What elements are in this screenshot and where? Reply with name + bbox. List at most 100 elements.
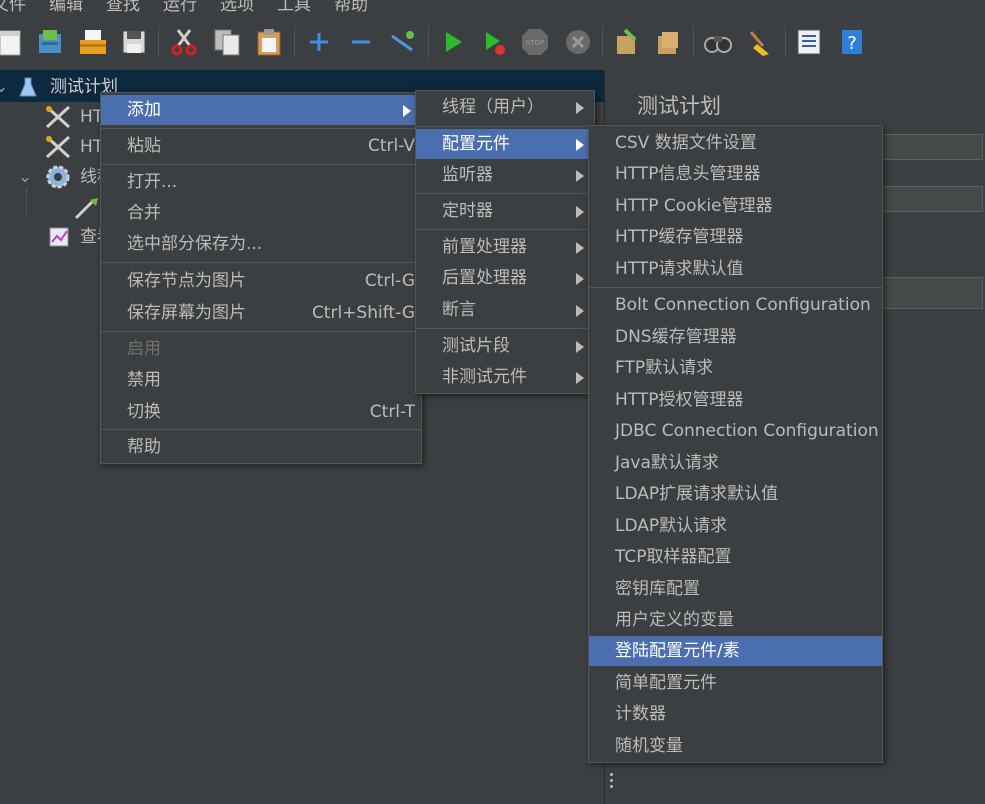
config-item-csv[interactable]: CSV 数据文件设置 bbox=[589, 128, 882, 158]
expand-icon[interactable] bbox=[303, 26, 335, 58]
menu-item-label: 随机变量 bbox=[615, 736, 683, 756]
config-item-counter[interactable]: 计数器 bbox=[589, 699, 882, 729]
config-item-simple-config[interactable]: 简单配置元件 bbox=[589, 668, 882, 698]
chevron-down-icon[interactable]: ⌄ bbox=[0, 72, 8, 102]
menu-separator bbox=[416, 193, 594, 194]
config-item-bolt[interactable]: Bolt Connection Configuration bbox=[589, 290, 882, 320]
menu-item-label: HTTP授权管理器 bbox=[615, 390, 744, 410]
submenu-item-assertions[interactable]: 断言 bbox=[416, 295, 594, 325]
help-icon[interactable]: ? bbox=[836, 26, 868, 58]
submenu-item-config-elements[interactable]: 配置元件 bbox=[416, 129, 594, 159]
submenu-item-non-test-elements[interactable]: 非测试元件 bbox=[416, 362, 594, 392]
menu-item-label: 断言 bbox=[442, 300, 476, 320]
menu-item-label: 密钥库配置 bbox=[615, 579, 700, 599]
open-icon[interactable] bbox=[77, 26, 109, 58]
config-item-keystore[interactable]: 密钥库配置 bbox=[589, 574, 882, 604]
config-item-http-header[interactable]: HTTP信息头管理器 bbox=[589, 159, 882, 189]
submenu-item-test-fragment[interactable]: 测试片段 bbox=[416, 331, 594, 361]
add-submenu: 线程（用户） 配置元件 监听器 定时器 前置处理器 后置处理器 断言 测试片段 … bbox=[415, 90, 595, 394]
menu-item-label: 后置处理器 bbox=[442, 268, 527, 288]
menu-item-shortcut: Ctrl-G bbox=[364, 271, 415, 291]
submenu-arrow-icon bbox=[576, 273, 584, 285]
menu-item-merge[interactable]: 合并 bbox=[101, 198, 421, 228]
menu-item-add[interactable]: 添加 bbox=[101, 95, 421, 125]
config-item-http-defaults[interactable]: HTTP请求默认值 bbox=[589, 254, 882, 284]
config-item-ldap-defaults[interactable]: LDAP默认请求 bbox=[589, 511, 882, 541]
menu-item-label: 定时器 bbox=[442, 201, 493, 221]
config-item-http-cache[interactable]: HTTP缓存管理器 bbox=[589, 222, 882, 252]
menu-item-enable: 启用 bbox=[101, 334, 421, 364]
menu-item-label: TCP取样器配置 bbox=[615, 547, 732, 567]
splitter-handle[interactable] bbox=[610, 770, 614, 791]
cut-icon[interactable] bbox=[168, 26, 200, 58]
menu-run[interactable]: 运行 bbox=[163, 0, 197, 14]
menu-separator bbox=[589, 287, 882, 288]
submenu-item-pre-processors[interactable]: 前置处理器 bbox=[416, 232, 594, 262]
function-helper-icon[interactable] bbox=[793, 26, 825, 58]
menu-item-label: 简单配置元件 bbox=[615, 673, 717, 693]
submenu-arrow-icon bbox=[576, 102, 584, 114]
menu-item-label: 选中部分保存为... bbox=[127, 234, 263, 254]
submenu-item-timers[interactable]: 定时器 bbox=[416, 196, 594, 226]
submenu-item-listeners[interactable]: 监听器 bbox=[416, 160, 594, 190]
chart-icon bbox=[49, 227, 69, 247]
menu-item-open[interactable]: 打开... bbox=[101, 167, 421, 197]
config-item-java-defaults[interactable]: Java默认请求 bbox=[589, 448, 882, 478]
menu-item-label: 添加 bbox=[127, 100, 161, 120]
menu-item-label: 打开... bbox=[127, 172, 178, 192]
menu-tools[interactable]: 工具 bbox=[277, 0, 311, 14]
search-icon[interactable] bbox=[702, 26, 734, 58]
copy-icon[interactable] bbox=[211, 26, 243, 58]
start-icon[interactable] bbox=[437, 26, 469, 58]
config-item-login-config[interactable]: 登陆配置元件/素 bbox=[589, 636, 882, 666]
menu-separator bbox=[101, 262, 421, 263]
submenu-item-threads[interactable]: 线程（用户） bbox=[416, 92, 594, 122]
menu-item-label: 禁用 bbox=[127, 370, 161, 390]
menu-item-save-node-image[interactable]: 保存节点为图片 Ctrl-G bbox=[101, 266, 421, 296]
config-item-dns-cache[interactable]: DNS缓存管理器 bbox=[589, 322, 882, 352]
menu-separator bbox=[101, 128, 421, 129]
config-item-tcp[interactable]: TCP取样器配置 bbox=[589, 542, 882, 572]
menu-item-label: DNS缓存管理器 bbox=[615, 327, 737, 347]
menu-item-paste[interactable]: 粘贴 Ctrl-V bbox=[101, 131, 421, 161]
flask-icon bbox=[19, 77, 37, 97]
config-item-random-variable[interactable]: 随机变量 bbox=[589, 731, 882, 761]
collapse-icon[interactable] bbox=[345, 26, 377, 58]
start-no-timers-icon[interactable] bbox=[478, 26, 510, 58]
menu-item-label: 测试片段 bbox=[442, 336, 510, 356]
submenu-item-post-processors[interactable]: 后置处理器 bbox=[416, 263, 594, 293]
menu-item-label: HTTP缓存管理器 bbox=[615, 227, 744, 247]
submenu-arrow-icon bbox=[576, 341, 584, 353]
menu-file[interactable]: 文件 bbox=[0, 0, 26, 14]
menu-item-help[interactable]: 帮助 bbox=[101, 432, 421, 462]
menu-options[interactable]: 选项 bbox=[220, 0, 254, 14]
config-item-http-cookie[interactable]: HTTP Cookie管理器 bbox=[589, 191, 882, 221]
menu-item-save-selection[interactable]: 选中部分保存为... bbox=[101, 229, 421, 259]
config-item-ftp-defaults[interactable]: FTP默认请求 bbox=[589, 353, 882, 383]
menu-item-label: 前置处理器 bbox=[442, 237, 527, 257]
menu-bar: 文件 编辑 查找 运行 选项 工具 帮助 bbox=[0, 0, 985, 14]
menu-edit[interactable]: 编辑 bbox=[49, 0, 83, 14]
menu-item-disable[interactable]: 禁用 bbox=[101, 365, 421, 395]
templates-icon[interactable] bbox=[34, 26, 66, 58]
config-item-ldap-ext-defaults[interactable]: LDAP扩展请求默认值 bbox=[589, 479, 882, 509]
menu-help[interactable]: 帮助 bbox=[334, 0, 368, 14]
reset-search-icon[interactable] bbox=[743, 26, 775, 58]
menu-item-shortcut: Ctrl-V bbox=[367, 136, 415, 156]
paste-icon[interactable] bbox=[253, 26, 285, 58]
save-icon[interactable] bbox=[118, 26, 150, 58]
menu-item-label: LDAP默认请求 bbox=[615, 516, 728, 536]
menu-item-save-screen-image[interactable]: 保存屏幕为图片 Ctrl+Shift-G bbox=[101, 298, 421, 328]
svg-text:STOP: STOP bbox=[526, 39, 544, 47]
context-menu: 添加 粘贴 Ctrl-V 打开... 合并 选中部分保存为... 保存节点为图片… bbox=[100, 92, 422, 464]
toggle-icon[interactable] bbox=[386, 26, 418, 58]
menu-search[interactable]: 查找 bbox=[106, 0, 140, 14]
config-item-user-variables[interactable]: 用户定义的变量 bbox=[589, 605, 882, 635]
menu-item-toggle[interactable]: 切换 Ctrl-T bbox=[101, 397, 421, 427]
config-item-http-auth[interactable]: HTTP授权管理器 bbox=[589, 385, 882, 415]
panel-title: 测试计划 bbox=[637, 94, 721, 118]
new-icon[interactable] bbox=[0, 26, 26, 58]
clear-all-icon[interactable] bbox=[652, 26, 684, 58]
config-item-jdbc[interactable]: JDBC Connection Configuration bbox=[589, 416, 882, 446]
clear-icon[interactable] bbox=[611, 26, 643, 58]
